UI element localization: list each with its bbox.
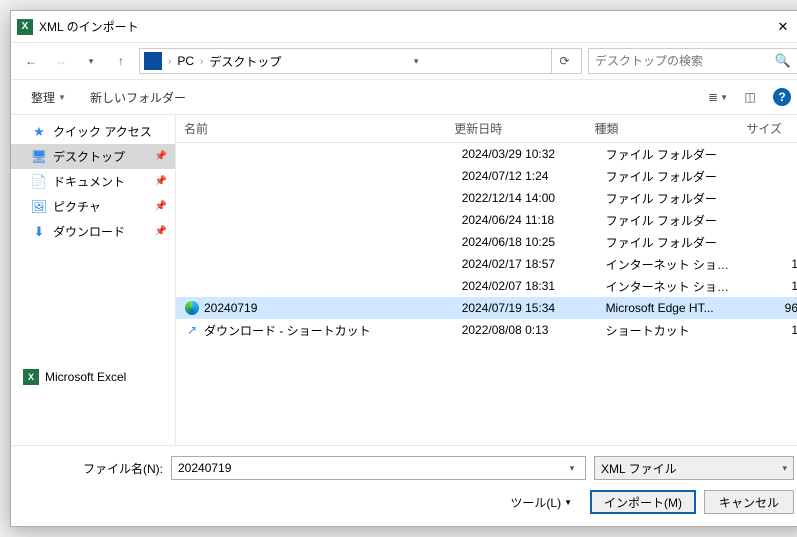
file-type: インターネット ショート... [598, 256, 747, 273]
address-bar[interactable]: › PC › デスクトップ ▾ ⟳ [139, 48, 582, 74]
file-date: 2024/07/12 1:24 [454, 169, 598, 183]
file-date: 2024/07/19 15:34 [454, 301, 598, 315]
pin-icon: 📌 [155, 176, 167, 187]
col-size[interactable]: サイズ [732, 120, 790, 137]
file-type: Microsoft Edge HT... [598, 301, 747, 315]
file-date: 2024/06/24 11:18 [454, 213, 598, 227]
dialog-body: ★ クイック アクセス 🖥 デスクトップ 📌 📄 ドキュメント 📌 🖼 ピクチャ… [11, 115, 797, 445]
pin-icon: 📌 [155, 226, 167, 237]
file-row[interactable]: 2024/02/17 18:57インターネット ショート...1 [176, 253, 797, 275]
col-date[interactable]: 更新日時 [446, 120, 586, 137]
desktop-icon: 🖥 [31, 149, 47, 165]
file-type: ファイル フォルダー [598, 234, 747, 251]
breadcrumb-pc[interactable]: PC [177, 54, 194, 68]
file-name: 20240719 [204, 301, 257, 315]
help-button[interactable]: ? [768, 85, 796, 109]
file-type: ファイル フォルダー [598, 168, 747, 185]
nav-desktop[interactable]: 🖥 デスクトップ 📌 [11, 144, 175, 169]
new-folder-button[interactable]: 新しいフォルダー [80, 86, 196, 109]
import-button[interactable]: インポート(M) [590, 490, 696, 514]
back-button[interactable]: ← [19, 49, 43, 73]
recent-dropdown[interactable]: ▾ [79, 49, 103, 73]
filename-combo[interactable]: ▾ [171, 456, 586, 480]
filename-label: ファイル名(N): [23, 460, 163, 477]
excel-app-icon: X [17, 19, 33, 35]
nav-downloads[interactable]: ⬇ ダウンロード 📌 [11, 219, 175, 244]
button-row: ツール(L)▼ インポート(M) キャンセル [23, 490, 794, 514]
file-type: ファイル フォルダー [598, 190, 747, 207]
file-row[interactable]: 2024/06/18 10:25ファイル フォルダー [176, 231, 797, 253]
bottom-panel: ファイル名(N): ▾ XML ファイル ▾ ツール(L)▼ インポート(M) … [11, 445, 797, 526]
navigation-pane: ★ クイック アクセス 🖥 デスクトップ 📌 📄 ドキュメント 📌 🖼 ピクチャ… [11, 115, 176, 445]
file-size: 1 [746, 257, 797, 271]
file-name: ダウンロード - ショートカット [204, 322, 371, 339]
pin-icon: 📌 [155, 201, 167, 212]
file-date: 2022/08/08 0:13 [454, 323, 598, 337]
pin-icon: 📌 [155, 151, 167, 162]
nav-excel[interactable]: X Microsoft Excel [11, 364, 175, 389]
address-row: ← → ▾ ↑ › PC › デスクトップ ▾ ⟳ 🔍 [11, 43, 797, 79]
col-name[interactable]: 名前 [176, 120, 446, 137]
file-size: 1 [746, 279, 797, 293]
file-date: 2022/12/14 14:00 [454, 191, 598, 205]
file-size: 1 [746, 323, 797, 337]
file-type: ショートカット [598, 322, 747, 339]
col-type[interactable]: 種類 [587, 120, 732, 137]
file-date: 2024/03/29 10:32 [454, 147, 598, 161]
organize-button[interactable]: 整理▼ [21, 86, 76, 109]
excel-icon: X [23, 369, 39, 385]
toolbar: 整理▼ 新しいフォルダー ≣ ▼ ◫ ? [11, 79, 797, 115]
file-date: 2024/02/07 18:31 [454, 279, 598, 293]
nav-quick-access[interactable]: ★ クイック アクセス [11, 119, 175, 144]
pictures-icon: 🖼 [31, 199, 47, 215]
address-dropdown[interactable]: ▾ [411, 56, 422, 67]
search-box[interactable]: 🔍 [588, 48, 797, 74]
titlebar: X XML のインポート ✕ [11, 11, 797, 43]
file-row[interactable]: 20240719 2024/07/19 15:34Microsoft Edge H… [176, 297, 797, 319]
chevron-down-icon[interactable]: ▾ [565, 463, 579, 474]
file-type: インターネット ショート... [598, 278, 747, 295]
file-row[interactable]: 2024/02/07 18:31インターネット ショート...1 [176, 275, 797, 297]
file-size: 96 [746, 301, 797, 315]
column-headers: 名前 更新日時 種類 サイズ [176, 115, 797, 143]
shortcut-icon: ↗ [184, 322, 200, 338]
filename-input[interactable] [178, 461, 565, 475]
cancel-button[interactable]: キャンセル [704, 490, 794, 514]
window-title: XML のインポート [39, 18, 760, 35]
xml-import-dialog: X XML のインポート ✕ ← → ▾ ↑ › PC › デスクトップ ▾ ⟳… [10, 10, 797, 527]
filename-row: ファイル名(N): ▾ XML ファイル ▾ [23, 456, 794, 480]
nav-documents[interactable]: 📄 ドキュメント 📌 [11, 169, 175, 194]
file-list: 名前 更新日時 種類 サイズ 2024/03/29 10:32ファイル フォルダ… [176, 115, 797, 445]
downloads-icon: ⬇ [31, 224, 47, 240]
search-icon[interactable]: 🔍 [775, 53, 791, 69]
edge-icon [184, 300, 200, 316]
chevron-right-icon: › [166, 56, 173, 67]
up-button[interactable]: ↑ [109, 49, 133, 73]
breadcrumb-desktop[interactable]: デスクトップ [209, 53, 281, 70]
filetype-filter[interactable]: XML ファイル ▾ [594, 456, 794, 480]
close-button[interactable]: ✕ [760, 11, 797, 43]
documents-icon: 📄 [31, 174, 47, 190]
file-row[interactable]: 2024/03/29 10:32ファイル フォルダー [176, 143, 797, 165]
file-date: 2024/02/17 18:57 [454, 257, 598, 271]
search-input[interactable] [595, 54, 775, 68]
forward-button[interactable]: → [49, 49, 73, 73]
tools-button[interactable]: ツール(L)▼ [500, 491, 582, 514]
file-row[interactable]: 2022/12/14 14:00ファイル フォルダー [176, 187, 797, 209]
chevron-right-icon: › [198, 56, 205, 67]
file-row[interactable]: 2024/07/12 1:24ファイル フォルダー [176, 165, 797, 187]
file-row[interactable]: ↗ダウンロード - ショートカット 2022/08/08 0:13ショートカット1 [176, 319, 797, 341]
file-type: ファイル フォルダー [598, 146, 747, 163]
view-options-button[interactable]: ≣ ▼ [704, 85, 732, 109]
star-icon: ★ [31, 124, 47, 140]
nav-pictures[interactable]: 🖼 ピクチャ 📌 [11, 194, 175, 219]
chevron-down-icon: ▾ [782, 463, 787, 474]
file-list-body[interactable]: 2024/03/29 10:32ファイル フォルダー2024/07/12 1:2… [176, 143, 797, 445]
file-row[interactable]: 2024/06/24 11:18ファイル フォルダー [176, 209, 797, 231]
file-type: ファイル フォルダー [598, 212, 747, 229]
file-date: 2024/06/18 10:25 [454, 235, 598, 249]
preview-pane-button[interactable]: ◫ [736, 85, 764, 109]
refresh-button[interactable]: ⟳ [551, 49, 577, 73]
pc-icon [144, 52, 162, 70]
